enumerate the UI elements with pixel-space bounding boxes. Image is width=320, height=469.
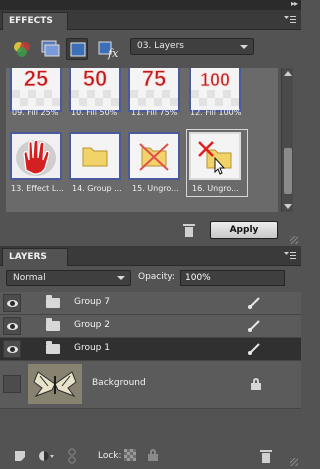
layer-name: Background (92, 378, 146, 388)
filters-icon[interactable]: fx (96, 38, 119, 60)
effect-caption: 10. Fill 50% (71, 108, 118, 117)
effect-caption: 09. Fill 25% (12, 108, 59, 117)
effect-caption: 15. Ungro... (132, 184, 179, 193)
effect-thumb-ungroup-layers[interactable] (128, 132, 180, 180)
adjustment-layer-icon[interactable] (38, 450, 56, 462)
effects-panel-menu-icon[interactable] (284, 16, 296, 25)
layer-name: Group 2 (74, 320, 110, 330)
svg-text:50: 50 (83, 68, 107, 91)
layer-row-group-7[interactable]: Group 7 (0, 292, 301, 315)
eye-icon (7, 323, 18, 330)
blend-mode-value: Normal (13, 273, 46, 283)
effect-caption: 13. Effect L... (11, 184, 64, 193)
effects-panel-header: EFFECTS (0, 10, 301, 30)
opacity-label: Opacity: (138, 272, 175, 282)
lock-icon (251, 378, 261, 390)
visibility-toggle[interactable] (3, 375, 21, 393)
opacity-input[interactable]: 100% (180, 270, 285, 286)
effects-grid: 25 50 75 100 09. Fill 25% 10. Fill 50% 1… (6, 68, 278, 212)
trash-icon[interactable] (183, 224, 195, 237)
effect-caption: 11. Fill 75% (131, 108, 178, 117)
background-thumbnail (28, 364, 82, 404)
effects-category-value: 03. Layers (137, 41, 184, 51)
blend-mode-dropdown[interactable]: Normal (6, 270, 131, 286)
resize-grip-icon[interactable] (290, 458, 298, 466)
layers-panel-header: LAYERS (0, 246, 301, 266)
scroll-down-icon[interactable] (284, 204, 292, 209)
paintbrush-icon (248, 343, 260, 355)
layer-list: Group 7 Group 2 Group 1 Background (0, 292, 301, 416)
effects-icon[interactable] (11, 38, 33, 60)
visibility-toggle[interactable] (3, 294, 21, 312)
lock-transparency-icon[interactable] (124, 449, 136, 461)
visibility-toggle[interactable] (3, 340, 21, 358)
effect-thumb-effect-layer[interactable] (10, 132, 62, 180)
effect-thumb-fill-50[interactable]: 50 (69, 68, 121, 112)
layer-row-group-2[interactable]: Group 2 (0, 315, 301, 338)
delete-layer-icon[interactable] (260, 450, 272, 463)
svg-text:100: 100 (200, 70, 230, 90)
resize-grip-icon[interactable] (290, 236, 298, 244)
layers-panel-menu-icon[interactable] (284, 252, 296, 261)
eye-icon (7, 346, 18, 353)
chevron-down-icon (117, 276, 125, 280)
effect-caption: 12. Fill 100% (190, 108, 242, 117)
effects-category-dropdown[interactable]: 03. Layers (130, 38, 254, 55)
effects-tab[interactable]: EFFECTS (2, 12, 68, 30)
layer-name: Group 7 (74, 297, 110, 307)
layer-styles-icon[interactable] (39, 38, 61, 60)
panel-dock-strip: ▸▸ (0, 0, 301, 10)
paintbrush-icon (248, 297, 260, 309)
apply-button[interactable]: Apply (210, 221, 278, 239)
effect-thumb-group-layers[interactable] (69, 132, 121, 180)
scrollbar-thumb[interactable] (284, 148, 292, 194)
lock-all-icon[interactable] (148, 449, 158, 461)
effect-thumb-fill-100[interactable]: 100 (189, 68, 241, 112)
layer-row-background[interactable]: Background (0, 361, 301, 409)
scroll-up-icon[interactable] (284, 71, 292, 76)
eye-icon (7, 300, 18, 307)
new-layer-icon[interactable] (14, 450, 26, 462)
photo-effects-icon[interactable] (66, 38, 88, 60)
effect-caption: 14. Group ... (72, 184, 122, 193)
svg-text:25: 25 (24, 68, 48, 91)
layer-row-group-1[interactable]: Group 1 (0, 338, 301, 361)
folder-icon (46, 318, 60, 331)
folder-icon (46, 295, 60, 308)
layers-tab[interactable]: LAYERS (2, 248, 68, 266)
chevron-down-icon (240, 45, 248, 49)
svg-text:75: 75 (142, 68, 166, 91)
effect-thumb-fill-25[interactable]: 25 (10, 68, 62, 112)
collapse-panels-icon[interactable]: ▸▸ (291, 0, 298, 8)
effect-thumb-fill-75[interactable]: 75 (128, 68, 180, 112)
selection-frame (186, 129, 248, 197)
svg-text:fx: fx (107, 47, 118, 60)
folder-icon (46, 341, 60, 354)
visibility-toggle[interactable] (3, 317, 21, 335)
effects-scrollbar[interactable] (281, 68, 293, 212)
link-layers-icon[interactable] (68, 448, 76, 464)
lock-label: Lock: (98, 451, 122, 461)
layer-name: Group 1 (74, 343, 110, 353)
paintbrush-icon (248, 320, 260, 332)
